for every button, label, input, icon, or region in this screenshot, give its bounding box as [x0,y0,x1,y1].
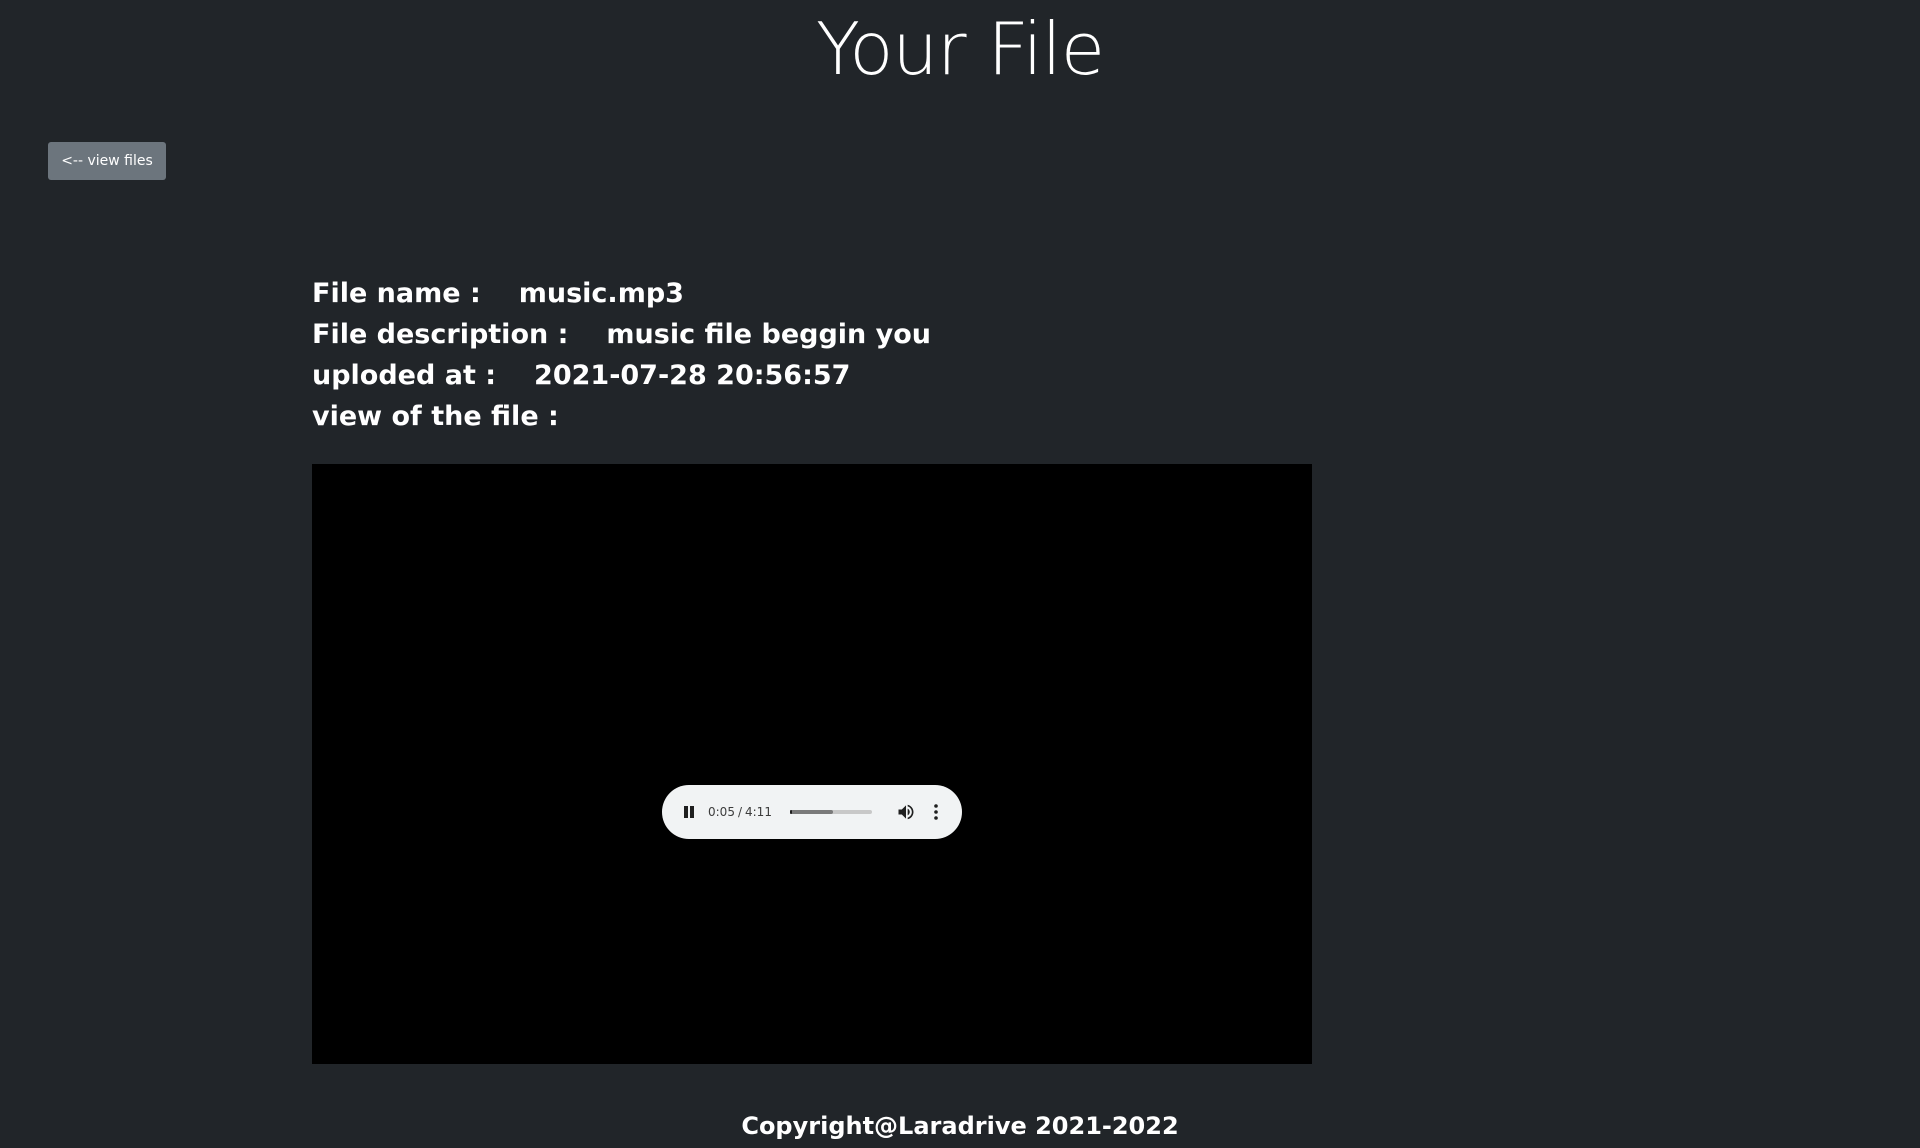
seek-slider[interactable] [790,810,872,814]
file-description-row: File description : music file beggin you [312,314,931,355]
file-name-value: music.mp3 [518,278,684,309]
view-of-file-row: view of the file : [312,396,931,437]
file-name-label: File name : [312,278,481,309]
file-description-label: File description : [312,319,569,350]
buffered-bar [790,810,834,814]
pause-icon[interactable] [682,803,696,821]
played-bar [790,810,792,814]
file-description-value: music file beggin you [606,319,932,350]
file-name-row: File name : music.mp3 [312,273,931,314]
file-info: File name : music.mp3 File description : m… [312,273,931,437]
view-files-button[interactable]: <-- view files [48,142,166,180]
uploaded-at-label: uploded at : [312,360,497,391]
footer-copyright: Copyright@Laradrive 2021-2022 [741,1112,1179,1140]
time-separator: / [737,805,742,819]
time-readout: 0:05/4:11 [708,785,772,839]
page-title: Your File [815,7,1105,91]
volume-icon[interactable] [896,802,916,822]
duration: 4:11 [745,805,772,819]
current-time: 0:05 [708,805,735,819]
uploaded-at-row: uploded at : 2021-07-28 20:56:57 [312,355,931,396]
view-of-file-label: view of the file : [312,401,559,432]
uploaded-at-value: 2021-07-28 20:56:57 [534,360,851,391]
more-vertical-icon[interactable] [931,802,941,822]
media-player[interactable]: 0:05/4:11 [312,464,1312,1064]
audio-controls: 0:05/4:11 [662,785,962,839]
